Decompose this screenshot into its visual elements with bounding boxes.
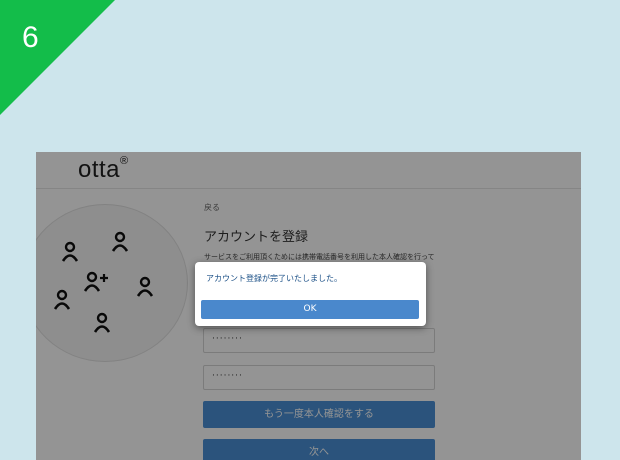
step-number: 6 <box>22 21 39 54</box>
step-corner-badge <box>0 0 115 115</box>
ok-button[interactable]: OK <box>201 300 419 319</box>
dialog-message: アカウント登録が完了いたしました。 <box>206 274 342 283</box>
alert-dialog: アカウント登録が完了いたしました。 OK <box>195 262 426 326</box>
